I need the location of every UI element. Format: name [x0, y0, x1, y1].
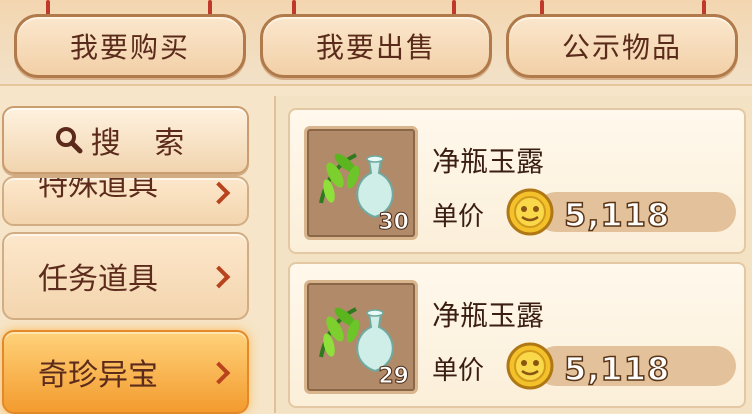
tab-buy-label: 我要购买: [69, 31, 190, 64]
item-name: 净瓶玉露: [432, 299, 545, 332]
list-item[interactable]: 30 净瓶玉露 单价 5,118: [288, 108, 746, 254]
sidebar-item-label: 特殊道具: [38, 176, 158, 203]
item-list: 30 净瓶玉露 单价 5,118 29 净瓶玉露 单价 5,118: [274, 96, 752, 413]
chevron-right-icon: [209, 182, 229, 202]
search-button[interactable]: 搜 索: [2, 106, 249, 174]
item-name: 净瓶玉露: [432, 145, 545, 178]
sidebar-item-label: 奇珍异宝: [38, 358, 158, 393]
sidebar-item-quest[interactable]: 任务道具: [2, 232, 249, 320]
sidebar-item-treasure[interactable]: 奇珍异宝: [2, 330, 249, 414]
item-price: 5,118: [563, 349, 671, 389]
item-icon-frame: 29: [304, 280, 418, 394]
list-item[interactable]: 29 净瓶玉露 单价 5,118: [288, 262, 746, 408]
price-label: 单价: [432, 356, 485, 386]
item-quantity: 30: [378, 210, 410, 236]
search-button-label: 搜 索: [90, 126, 197, 161]
top-tab-bar: 我要购买 我要出售 公示物品: [0, 0, 752, 86]
sidebar-item-special[interactable]: 特殊道具: [2, 176, 249, 226]
chevron-right-icon: [209, 362, 229, 382]
search-icon: [55, 126, 83, 154]
gold-coin-icon: [506, 342, 554, 390]
item-price: 5,118: [563, 195, 671, 235]
price-label: 单价: [432, 202, 485, 232]
sidebar-item-label: 任务道具: [38, 262, 158, 297]
chevron-right-icon: [209, 266, 229, 286]
item-quantity: 29: [378, 364, 410, 390]
tab-public-items-label: 公示物品: [561, 31, 682, 64]
tab-sell[interactable]: 我要出售: [260, 14, 492, 78]
tab-public-items[interactable]: 公示物品: [506, 14, 738, 78]
item-icon-frame: 30: [304, 126, 418, 240]
tab-sell-label: 我要出售: [315, 31, 436, 64]
gold-coin-icon: [506, 188, 554, 236]
tab-buy[interactable]: 我要购买: [14, 14, 246, 78]
